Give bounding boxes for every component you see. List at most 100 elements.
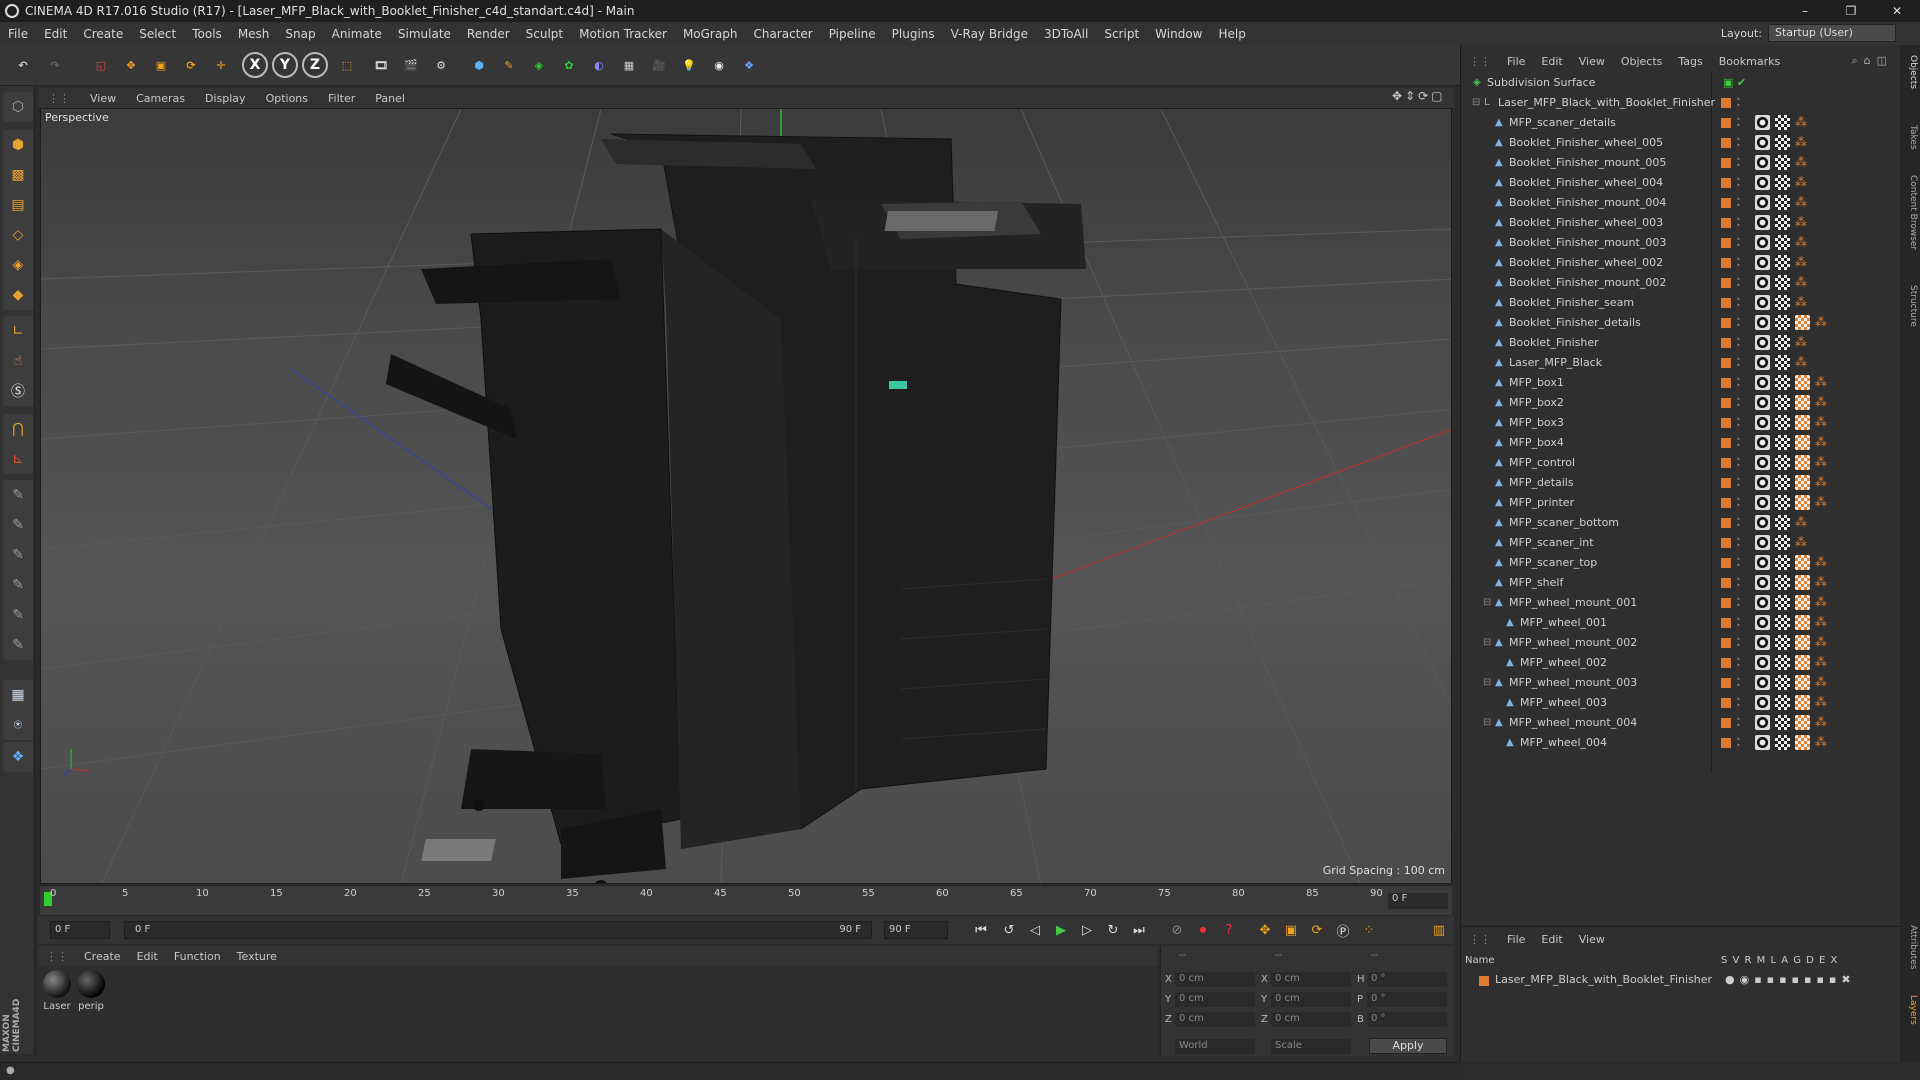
menu-character[interactable]: Character [745, 27, 820, 41]
menu-edit[interactable]: Edit [36, 27, 75, 41]
tweak-mode-icon[interactable]: ☝ [3, 346, 33, 376]
object-row[interactable]: ▲ MFP_wheel_001 • • ⁂ [1461, 613, 1901, 633]
visibility-dots-icon[interactable]: • • [1736, 736, 1741, 750]
phong-tag-icon[interactable]: ⁂ [1815, 735, 1830, 750]
phong-tag-icon[interactable]: ⁂ [1815, 415, 1830, 430]
visibility-dots-icon[interactable]: • • [1736, 96, 1741, 110]
visibility-dots-icon[interactable]: • • [1736, 256, 1741, 270]
layer-color-swatch[interactable] [1721, 678, 1731, 688]
python-script-icon[interactable]: ❖ [3, 742, 33, 772]
visibility-dots-icon[interactable]: • • [1736, 356, 1741, 370]
object-row[interactable]: ▲ Booklet_Finisher_details • • ⁂ [1461, 313, 1901, 333]
end-frame-field[interactable]: 90 F [884, 921, 948, 939]
expand-toggle-icon[interactable] [1483, 538, 1493, 548]
uvw-tag-icon[interactable] [1795, 575, 1810, 590]
material-tag-icon[interactable] [1755, 595, 1770, 610]
preview-range-slider[interactable]: 0 F 90 F [124, 921, 872, 939]
magnet-icon[interactable]: ⍟ [3, 710, 33, 740]
sculpt-brush-4-icon[interactable]: ✎ [3, 570, 33, 600]
keyframe-selection-icon[interactable]: ? [1218, 920, 1240, 940]
object-row[interactable]: ▲ Booklet_Finisher_mount_002 • • ⁂ [1461, 273, 1901, 293]
position-y-field[interactable]: 0 cm [1175, 992, 1255, 1007]
expand-toggle-icon[interactable]: ⊟ [1472, 98, 1482, 108]
material-tag-icon[interactable] [1755, 355, 1770, 370]
phong-tag-icon[interactable]: ⁂ [1795, 235, 1810, 250]
expand-toggle-icon[interactable] [1483, 398, 1493, 408]
texture-tag-icon[interactable] [1775, 315, 1790, 330]
phong-tag-icon[interactable]: ⁂ [1795, 135, 1810, 150]
recent-tools-icon[interactable]: ✛ [206, 50, 236, 80]
texture-tag-icon[interactable] [1775, 475, 1790, 490]
next-key-icon[interactable]: ↻ [1102, 920, 1124, 940]
layer-color-swatch[interactable] [1721, 578, 1731, 588]
object-row[interactable]: ◈ Subdivision Surface ▣ ✔ [1461, 73, 1901, 93]
layer-color-swatch[interactable] [1721, 398, 1731, 408]
viewport-menu-options[interactable]: Options [256, 92, 318, 105]
material-tag-icon[interactable] [1755, 315, 1770, 330]
uvw-tag-icon[interactable] [1795, 595, 1810, 610]
texture-mode-icon[interactable]: ▩ [3, 160, 33, 190]
layer-color-swatch[interactable] [1721, 138, 1731, 148]
uvw-tag-icon[interactable] [1795, 715, 1810, 730]
phong-tag-icon[interactable]: ⁂ [1795, 295, 1810, 310]
expand-toggle-icon[interactable] [1483, 298, 1493, 308]
visibility-dots-icon[interactable]: • • [1736, 176, 1741, 190]
material-tag-icon[interactable] [1755, 715, 1770, 730]
texture-tag-icon[interactable] [1775, 235, 1790, 250]
om-menu-edit[interactable]: Edit [1533, 55, 1570, 68]
visibility-dots-icon[interactable]: • • [1736, 536, 1741, 550]
viewport-menu-cameras[interactable]: Cameras [126, 92, 195, 105]
sculpt-brush-5-icon[interactable]: ✎ [3, 600, 33, 630]
uvw-tag-icon[interactable] [1795, 315, 1810, 330]
material-menu-create[interactable]: Create [76, 950, 129, 963]
expand-toggle-icon[interactable] [1494, 698, 1504, 708]
lm-menu-edit[interactable]: Edit [1533, 933, 1570, 946]
material-tag-icon[interactable] [1755, 675, 1770, 690]
sculpt-brush-2-icon[interactable]: ✎ [3, 510, 33, 540]
phong-tag-icon[interactable]: ⁂ [1795, 215, 1810, 230]
object-row[interactable]: ▲ MFP_wheel_004 • • ⁂ [1461, 733, 1901, 753]
solo-mode-icon[interactable]: Ⓢ [3, 376, 33, 406]
visibility-dots-icon[interactable]: • • [1736, 416, 1741, 430]
play-icon[interactable]: ▶ [1050, 920, 1072, 940]
object-row[interactable]: ▲ Booklet_Finisher_seam • • ⁂ [1461, 293, 1901, 313]
key-position-icon[interactable]: ✥ [1254, 920, 1276, 940]
material-tag-icon[interactable] [1755, 455, 1770, 470]
go-to-end-icon[interactable]: ⏭ [1128, 920, 1150, 940]
expand-toggle-icon[interactable] [1483, 318, 1493, 328]
expand-toggle-icon[interactable] [1483, 198, 1493, 208]
material-tag-icon[interactable] [1755, 655, 1770, 670]
texture-tag-icon[interactable] [1775, 375, 1790, 390]
texture-tag-icon[interactable] [1775, 675, 1790, 690]
texture-tag-icon[interactable] [1775, 735, 1790, 750]
next-frame-icon[interactable]: ▷ [1076, 920, 1098, 940]
visibility-dots-icon[interactable]: • • [1736, 336, 1741, 350]
texture-tag-icon[interactable] [1775, 615, 1790, 630]
material-tag-icon[interactable] [1755, 615, 1770, 630]
texture-tag-icon[interactable] [1775, 115, 1790, 130]
menu-help[interactable]: Help [1210, 27, 1253, 41]
material-tag-icon[interactable] [1755, 215, 1770, 230]
uvw-tag-icon[interactable] [1795, 415, 1810, 430]
material-tag-icon[interactable] [1755, 295, 1770, 310]
menu-create[interactable]: Create [75, 27, 131, 41]
phong-tag-icon[interactable]: ⁂ [1815, 495, 1830, 510]
phong-tag-icon[interactable]: ⁂ [1795, 175, 1810, 190]
layer-color-swatch[interactable] [1721, 358, 1731, 368]
texture-tag-icon[interactable] [1775, 555, 1790, 570]
om-menu-view[interactable]: View [1571, 55, 1613, 68]
close-button[interactable]: ✕ [1874, 0, 1920, 22]
menu-simulate[interactable]: Simulate [390, 27, 459, 41]
layer-color-swatch[interactable] [1721, 158, 1731, 168]
edges-mode-icon[interactable]: ◈ [3, 250, 33, 280]
layer-color-swatch[interactable] [1721, 618, 1731, 628]
sculpt-brush-6-icon[interactable]: ✎ [3, 630, 33, 660]
om-menu-bookmarks[interactable]: Bookmarks [1711, 55, 1788, 68]
menu-animate[interactable]: Animate [324, 27, 390, 41]
object-row[interactable]: ▲ Booklet_Finisher_wheel_004 • • ⁂ [1461, 173, 1901, 193]
phong-tag-icon[interactable]: ⁂ [1815, 375, 1830, 390]
object-row[interactable]: ▲ Booklet_Finisher_wheel_003 • • ⁂ [1461, 213, 1901, 233]
phong-tag-icon[interactable]: ⁂ [1815, 575, 1830, 590]
menu-vray-bridge[interactable]: V-Ray Bridge [943, 27, 1036, 41]
phong-tag-icon[interactable]: ⁂ [1795, 255, 1810, 270]
